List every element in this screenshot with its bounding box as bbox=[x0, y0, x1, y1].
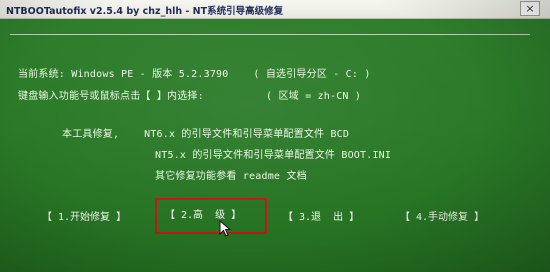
top-divider bbox=[10, 34, 530, 35]
repair-line-nt5: NT5.x 的引导文件和引导菜单配置文件 BOOT.INI bbox=[155, 150, 392, 161]
repair-line-nt6: 本工具修复, NT6.x 的引导文件和引导菜单配置文件 BCD bbox=[62, 129, 350, 140]
menu-start-repair[interactable]: 【 1.开始修复 】 bbox=[42, 208, 126, 223]
mouse-pointer-icon bbox=[219, 220, 232, 237]
window-titlebar: NTBOOTautofix v2.5.4 by chz_hlh - NT系统引导… bbox=[0, 0, 550, 19]
menu-advanced[interactable]: 【 2.高 级 】 bbox=[155, 198, 267, 234]
keyboard-prompt-line: 键盘输入功能号或鼠标点击【 】内选择: ( 区域 = zh-CN ) bbox=[18, 91, 362, 102]
ntbootautofix-screen: NTBOOTautofix v2.5.4 by chz_hlh - NT系统引导… bbox=[0, 0, 550, 272]
repair-line-other: 其它修复功能参看 readme 文档 bbox=[155, 171, 307, 182]
close-button[interactable]: × bbox=[520, 1, 540, 16]
menu-exit[interactable]: 【 3.退 出 】 bbox=[283, 208, 359, 223]
window-title: NTBOOTautofix v2.5.4 by chz_hlh - NT系统引导… bbox=[6, 6, 284, 17]
current-system-line: 当前系统: Windows PE - 版本 5.2.3790 ( 自选引导分区 … bbox=[18, 69, 371, 80]
menu-manual-repair[interactable]: 【 4.手动修复 】 bbox=[400, 208, 484, 223]
